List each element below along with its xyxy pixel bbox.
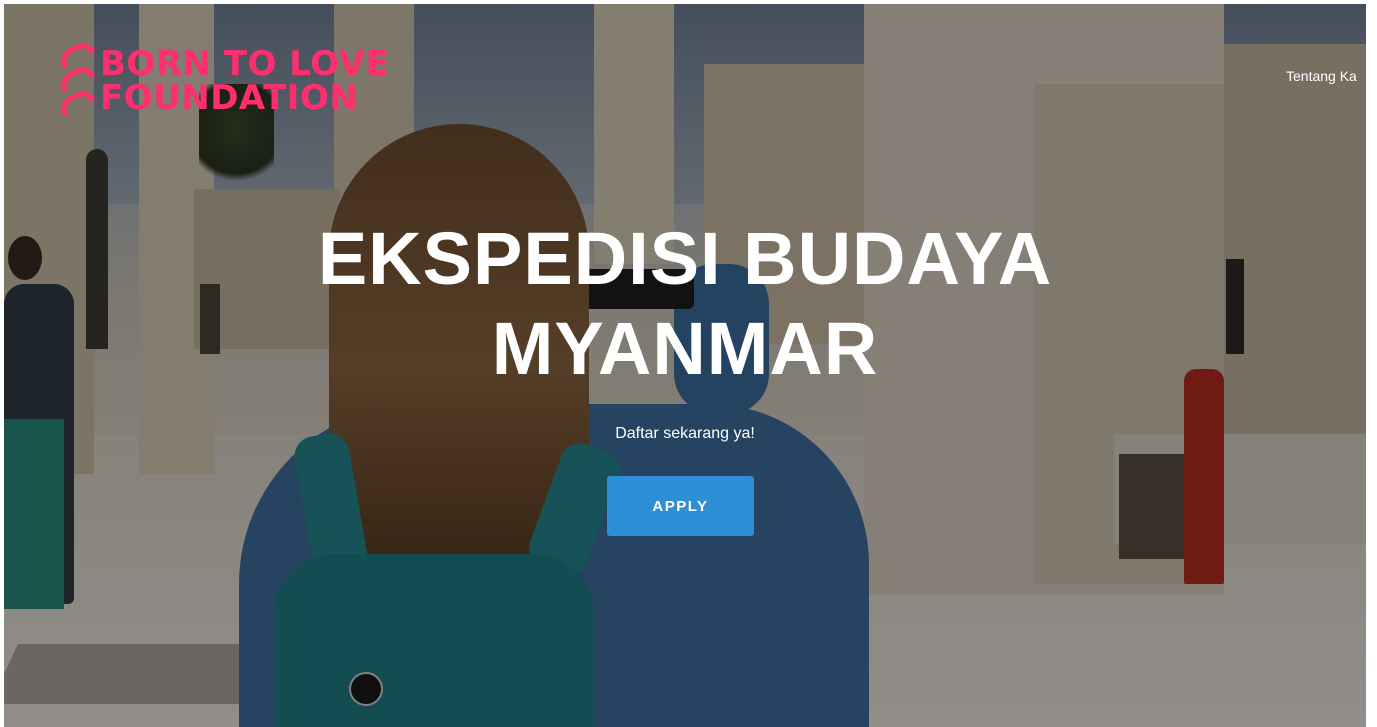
brand-logo-icon [54, 38, 96, 120]
hero-title-line1: EKSPEDISI BUDAYA [317, 217, 1053, 300]
hero-title: EKSPEDISI BUDAYA MYANMAR [4, 214, 1366, 394]
brand-name-line1: BORN TO LOVE [100, 44, 390, 84]
page-viewport: BORN TO LOVE FOUNDATION Tentang Ka EKSPE… [4, 4, 1366, 727]
apply-button[interactable]: APPLY [607, 476, 754, 536]
brand-logo-link[interactable]: BORN TO LOVE FOUNDATION [54, 38, 389, 120]
hero-title-line2: MYANMAR [491, 307, 879, 390]
scrollbar-gutter [1366, 0, 1377, 727]
brand-name-line2: FOUNDATION [100, 78, 359, 118]
hero-subtitle: Daftar sekarang ya! [615, 425, 755, 442]
nav-item-tentang-kami[interactable]: Tentang Ka [1286, 68, 1357, 84]
brand-wordmark: BORN TO LOVE FOUNDATION [100, 47, 389, 115]
